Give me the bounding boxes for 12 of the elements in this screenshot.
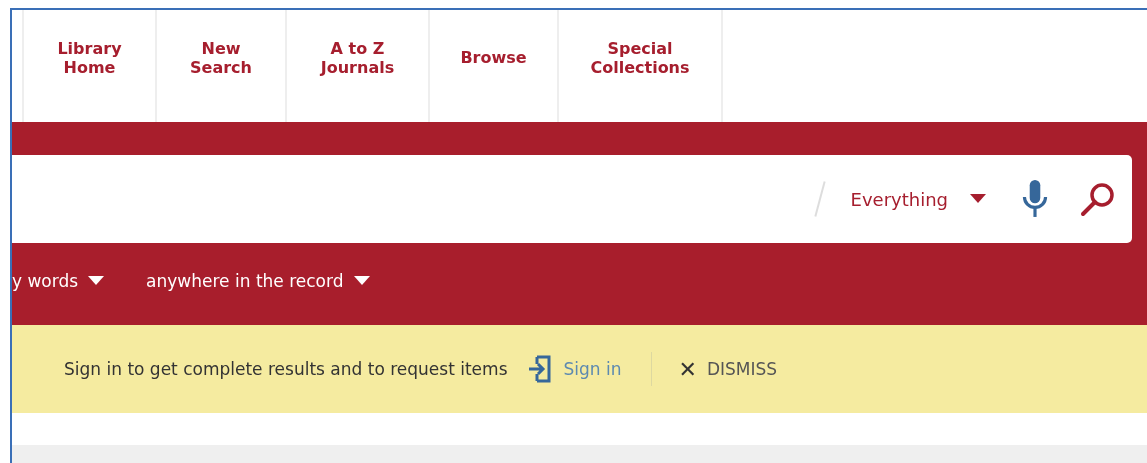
scope-dropdown[interactable]: Everything xyxy=(844,187,992,211)
filter-dropdown[interactable]: y words xyxy=(12,271,105,291)
caret-icon xyxy=(970,194,986,204)
microphone-icon[interactable] xyxy=(1020,180,1050,218)
search-icon[interactable] xyxy=(1080,181,1116,217)
sign-in-icon xyxy=(527,355,552,383)
caret-icon xyxy=(353,276,370,286)
caret-icon xyxy=(88,276,105,286)
banner-message: Sign in to get complete results and to request items xyxy=(64,359,508,379)
filter-dropdown[interactable]: anywhere in the record xyxy=(146,271,370,291)
search-field[interactable]: Everything xyxy=(12,155,1132,243)
dismiss-button[interactable]: ✕ DISMISS xyxy=(678,356,778,382)
